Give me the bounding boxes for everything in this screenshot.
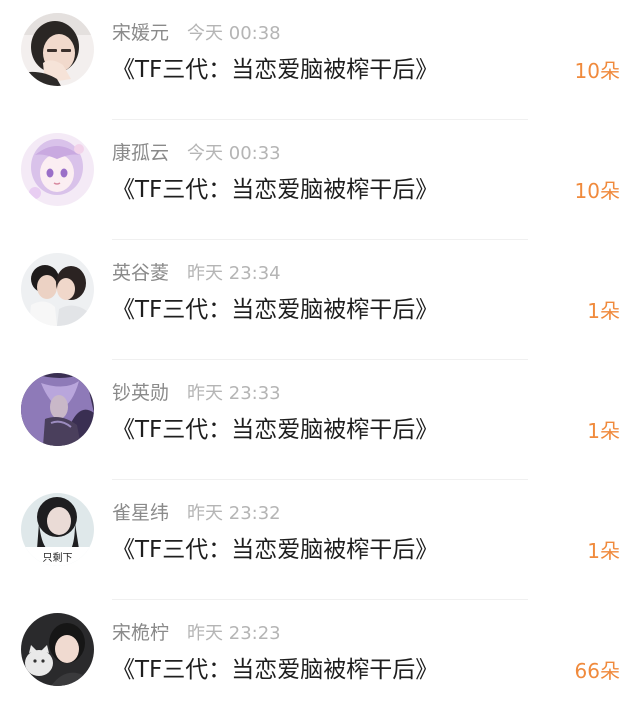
book-title[interactable]: 《TF三代：当恋爱脑被榨干后》	[112, 653, 438, 687]
flower-count: 66朵	[574, 659, 620, 683]
item-meta: 宋媛元 今天 00:38	[112, 20, 281, 46]
list-item[interactable]: 英谷菱 昨天 23:34 《TF三代：当恋爱脑被榨干后》 1朵	[0, 240, 640, 360]
book-title[interactable]: 《TF三代：当恋爱脑被榨干后》	[112, 413, 438, 447]
avatar-purple-hair-character[interactable]	[21, 373, 94, 446]
list-item[interactable]: 宋媛元 今天 00:38 《TF三代：当恋爱脑被榨干后》 10朵	[0, 0, 640, 120]
list-item[interactable]: 钞英勋 昨天 23:33 《TF三代：当恋爱脑被榨干后》 1朵	[0, 360, 640, 480]
username[interactable]: 钞英勋	[112, 382, 169, 404]
flower-count: 10朵	[574, 179, 620, 203]
gift-record-list: 宋媛元 今天 00:38 《TF三代：当恋爱脑被榨干后》 10朵 康孤云 今天 00…	[0, 0, 640, 706]
username[interactable]: 雀星纬	[112, 502, 169, 524]
flower-count: 1朵	[587, 539, 620, 563]
book-title[interactable]: 《TF三代：当恋爱脑被榨干后》	[112, 173, 438, 207]
item-meta: 钞英勋 昨天 23:33	[112, 380, 281, 406]
timestamp: 今天 00:33	[187, 143, 281, 164]
avatar-anime-girl-purple[interactable]	[21, 133, 94, 206]
avatar-girl-with-cat[interactable]	[21, 613, 94, 686]
book-title[interactable]: 《TF三代：当恋爱脑被榨干后》	[112, 53, 438, 87]
username[interactable]: 宋媛元	[112, 22, 169, 44]
timestamp: 昨天 23:32	[187, 503, 281, 524]
list-item[interactable]: 只剩下 雀星纬 昨天 23:32 《TF三代：当恋爱脑被榨干后》 1朵	[0, 480, 640, 600]
item-meta: 康孤云 今天 00:33	[112, 140, 281, 166]
item-meta: 宋桅柠 昨天 23:23	[112, 620, 281, 646]
item-meta: 英谷菱 昨天 23:34	[112, 260, 281, 286]
avatar-girl-hand-over-face[interactable]	[21, 13, 94, 86]
username[interactable]: 英谷菱	[112, 262, 169, 284]
avatar-couple-kissing[interactable]	[21, 253, 94, 326]
flower-count: 1朵	[587, 419, 620, 443]
book-title[interactable]: 《TF三代：当恋爱脑被榨干后》	[112, 533, 438, 567]
timestamp: 昨天 23:23	[187, 623, 281, 644]
username[interactable]: 宋桅柠	[112, 622, 169, 644]
avatar-caption: 只剩下	[43, 551, 73, 564]
flower-count: 10朵	[574, 59, 620, 83]
username[interactable]: 康孤云	[112, 142, 169, 164]
book-title[interactable]: 《TF三代：当恋爱脑被榨干后》	[112, 293, 438, 327]
list-item[interactable]: 康孤云 今天 00:33 《TF三代：当恋爱脑被榨干后》 10朵	[0, 120, 640, 240]
list-item[interactable]: 宋桅柠 昨天 23:23 《TF三代：当恋爱脑被榨干后》 66朵	[0, 600, 640, 720]
item-meta: 雀星纬 昨天 23:32	[112, 500, 281, 526]
avatar-girl-with-caption[interactable]: 只剩下	[21, 493, 94, 566]
timestamp: 昨天 23:34	[187, 263, 281, 284]
timestamp: 今天 00:38	[187, 23, 281, 44]
timestamp: 昨天 23:33	[187, 383, 281, 404]
flower-count: 1朵	[587, 299, 620, 323]
